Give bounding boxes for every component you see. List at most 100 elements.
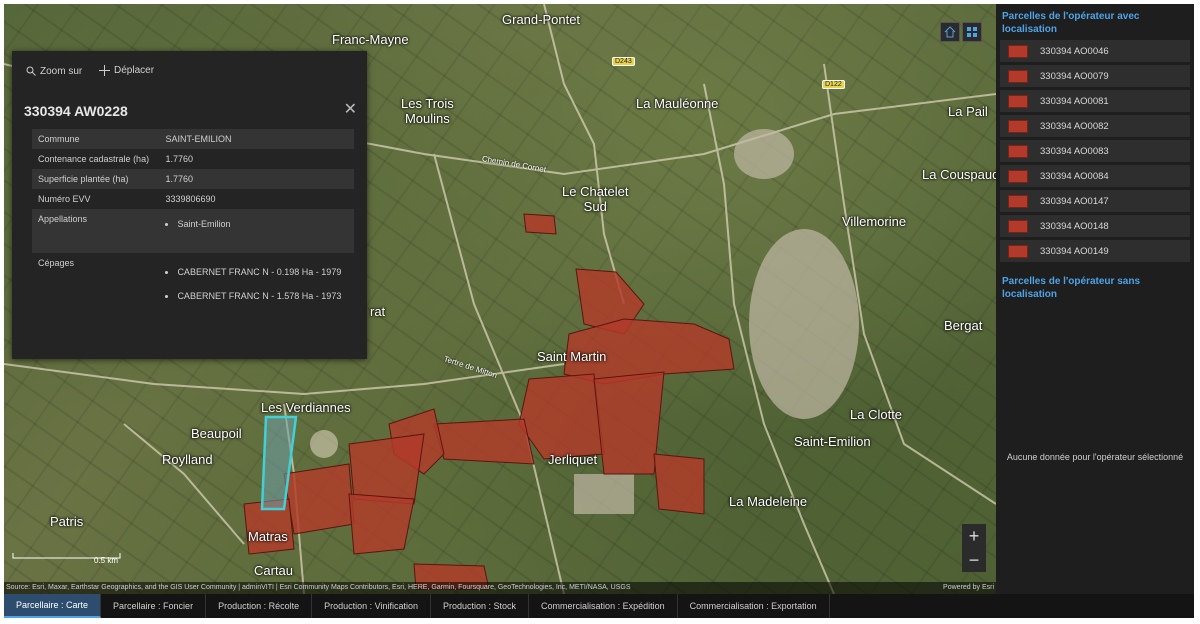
place-label: La Madeleine bbox=[729, 494, 808, 509]
tab-production-vinification[interactable]: Production : Vinification bbox=[312, 594, 431, 618]
tab-production-stock[interactable]: Production : Stock bbox=[431, 594, 530, 618]
place-label: Les Verdiannes bbox=[261, 400, 351, 415]
parcel-label: 330394 AO0084 bbox=[1040, 170, 1109, 182]
parcel bbox=[593, 371, 665, 475]
parcel-symbol-icon bbox=[1008, 69, 1028, 83]
zoom-icon bbox=[26, 66, 36, 76]
place-label: Saint-Emilion bbox=[794, 434, 871, 449]
place-label: La Couspaude bbox=[922, 167, 996, 182]
tab-parcellaire-foncier[interactable]: Parcellaire : Foncier bbox=[101, 594, 207, 618]
place-label: Bergat bbox=[944, 318, 983, 333]
popup-title: 330394 AW0228 bbox=[24, 103, 128, 119]
move-label: Déplacer bbox=[114, 65, 155, 76]
parcel-symbol-icon bbox=[1008, 219, 1028, 233]
list-item[interactable]: 330394 AO0083 bbox=[1000, 140, 1190, 162]
parcel-symbol-icon bbox=[1008, 169, 1028, 183]
field-value: CABERNET FRANC N - 0.198 Ha - 1979 CABER… bbox=[159, 253, 354, 318]
place-label: Saint Martin bbox=[537, 349, 607, 364]
field-value: SAINT-EMILION bbox=[159, 129, 354, 149]
grid-icon bbox=[967, 27, 977, 37]
parcel bbox=[283, 463, 355, 535]
no-data-message: Aucune donnée pour l'opérateur sélection… bbox=[1006, 452, 1184, 462]
attribute-table: Commune SAINT-EMILION Contenance cadastr… bbox=[32, 129, 354, 318]
list-item[interactable]: 330394 AO0082 bbox=[1000, 115, 1190, 137]
parcel-popup: Zoom sur Déplacer 330394 AW0228 ✕ Commun… bbox=[12, 51, 367, 359]
attribution: Source: Esri, Maxar, Earthstar Geographi… bbox=[4, 582, 996, 594]
parcel bbox=[518, 373, 605, 460]
table-row: Numéro EVV 3339806690 bbox=[32, 189, 354, 209]
field-label: Cépages bbox=[38, 258, 75, 268]
scale-bar: 0.5 km bbox=[12, 547, 122, 565]
app-frame: Grand-Pontet Franc-Mayne Les Trois Mouli… bbox=[4, 4, 1194, 618]
zoom-to-button[interactable]: Zoom sur bbox=[26, 66, 82, 77]
scale-label: 0.5 km bbox=[94, 556, 119, 565]
powered-by[interactable]: Powered by Esri bbox=[943, 582, 994, 594]
without-location-title: Parcelles de l'opérateur sans localisati… bbox=[1002, 276, 1141, 300]
tab-commercialisation-expedition[interactable]: Commercialisation : Expédition bbox=[529, 594, 678, 618]
parcel bbox=[348, 433, 425, 505]
map-view[interactable]: Grand-Pontet Franc-Mayne Les Trois Mouli… bbox=[4, 4, 996, 594]
place-label: Grand-Pontet bbox=[502, 12, 581, 27]
list-item[interactable]: 330394 AO0046 bbox=[1000, 40, 1190, 62]
field-label: Commune bbox=[32, 129, 160, 149]
field-label: Contenance cadastrale (ha) bbox=[38, 154, 150, 164]
list-item[interactable]: 330394 AO0148 bbox=[1000, 215, 1190, 237]
place-label: Les Trois Moulins bbox=[401, 96, 454, 126]
parcel-label: 330394 AO0148 bbox=[1040, 220, 1109, 232]
zoom-in-button[interactable]: + bbox=[962, 524, 986, 548]
cepage-item: CABERNET FRANC N - 1.578 Ha - 1973 bbox=[177, 289, 348, 304]
place-label: Cartau bbox=[254, 563, 294, 578]
move-icon bbox=[99, 65, 111, 76]
parcel bbox=[348, 493, 415, 555]
parcel-label: 330394 AO0082 bbox=[1040, 120, 1109, 132]
parcel bbox=[523, 213, 557, 235]
field-value: 1.7760 bbox=[159, 169, 354, 189]
home-icon bbox=[944, 26, 956, 38]
tab-parcellaire-carte[interactable]: Parcellaire : Carte bbox=[4, 594, 102, 618]
list-item[interactable]: 330394 AO0149 bbox=[1000, 240, 1190, 262]
place-label: La Clotte bbox=[850, 407, 903, 422]
tab-commercialisation-exportation[interactable]: Commercialisation : Exportation bbox=[678, 594, 830, 618]
list-item[interactable]: 330394 AO0081 bbox=[1000, 90, 1190, 112]
close-icon[interactable]: ✕ bbox=[344, 99, 357, 119]
table-row: Cépages CABERNET FRANC N - 0.198 Ha - 19… bbox=[32, 253, 354, 318]
place-label: rat bbox=[370, 304, 386, 319]
place-label: Patris bbox=[50, 514, 84, 529]
home-button[interactable] bbox=[940, 22, 960, 42]
place-label: Franc-Mayne bbox=[332, 32, 409, 47]
place-label: La Pail bbox=[948, 104, 988, 119]
place-label: Roylland bbox=[162, 452, 213, 467]
move-button[interactable]: Déplacer bbox=[99, 65, 154, 76]
parcel-symbol-icon bbox=[1008, 119, 1028, 133]
list-item[interactable]: 330394 AO0079 bbox=[1000, 65, 1190, 87]
parcel-panel: Parcelles de l'opérateur avec localisati… bbox=[996, 4, 1194, 594]
parcel-label: 330394 AO0149 bbox=[1040, 245, 1109, 257]
cepage-item: CABERNET FRANC N - 0.198 Ha - 1979 bbox=[177, 265, 348, 280]
field-value: Saint-Emilion bbox=[159, 209, 354, 253]
field-value: 1.7760 bbox=[165, 154, 193, 164]
place-label: Le Chatelet Sud bbox=[562, 184, 629, 214]
field-value: 3339806690 bbox=[165, 194, 216, 204]
parcel-symbol-icon bbox=[1008, 194, 1028, 208]
place-label: La Mauléonne bbox=[636, 96, 719, 111]
parcel-label: 330394 AO0081 bbox=[1040, 95, 1109, 107]
road-shield: D122 bbox=[822, 80, 845, 89]
zoom-out-button[interactable]: − bbox=[962, 548, 986, 572]
basemap-button[interactable] bbox=[962, 22, 982, 42]
parcel bbox=[433, 418, 535, 465]
parcel-list: 330394 AO0046 330394 AO0079 330394 AO008… bbox=[1000, 40, 1190, 262]
place-label: Matras bbox=[248, 529, 288, 544]
list-item[interactable]: 330394 AO0084 bbox=[1000, 165, 1190, 187]
appellation-item: Saint-Emilion bbox=[177, 217, 348, 232]
parcel-symbol-icon bbox=[1008, 144, 1028, 158]
parcel-label: 330394 AO0147 bbox=[1040, 195, 1109, 207]
field-label: Superficie plantée (ha) bbox=[32, 169, 160, 189]
table-row: Contenance cadastrale (ha) 1.7760 bbox=[32, 149, 354, 169]
field-label: Numéro EVV bbox=[38, 194, 91, 204]
parcel-label: 330394 AO0079 bbox=[1040, 70, 1109, 82]
place-label: Villemorine bbox=[842, 214, 907, 229]
with-location-title: Parcelles de l'opérateur avec localisati… bbox=[1002, 11, 1140, 35]
parcel bbox=[653, 453, 705, 515]
tab-production-recolte[interactable]: Production : Récolte bbox=[206, 594, 313, 618]
list-item[interactable]: 330394 AO0147 bbox=[1000, 190, 1190, 212]
